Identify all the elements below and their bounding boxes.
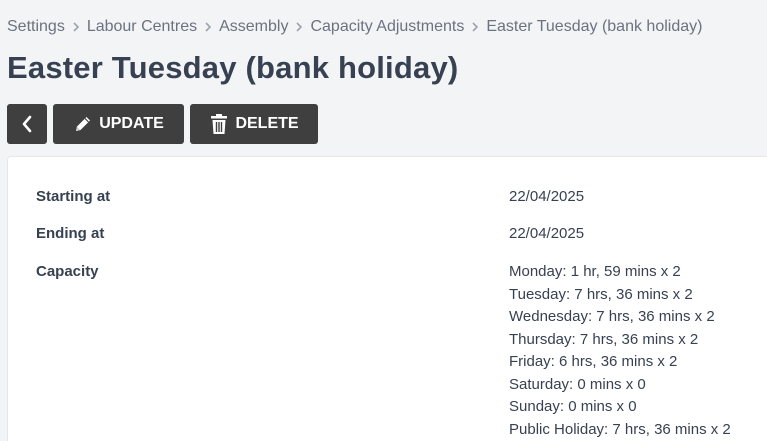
ending-at-value: 22/04/2025 [509, 225, 585, 242]
capacity-public-holiday: Public Holiday: 7 hrs, 36 mins x 2 [509, 420, 731, 438]
capacity-saturday: Saturday: 0 mins x 0 [509, 375, 646, 393]
capacity-wednesday: Wednesday: 7 hrs, 36 mins x 2 [509, 308, 715, 325]
capacity-monday: Monday: 1 hr, 59 mins x 2 [509, 263, 681, 280]
toolbar: UPDATE DELETE [7, 104, 318, 144]
back-button[interactable] [7, 104, 47, 144]
update-label: UPDATE [99, 115, 164, 132]
breadcrumb-assembly[interactable]: Assembly [219, 18, 288, 36]
chevron-right-icon [197, 17, 219, 37]
capacity-sunday: Sunday: 0 mins x 0 [509, 398, 637, 415]
delete-button[interactable]: DELETE [190, 104, 318, 144]
capacity-label: Capacity [36, 263, 99, 280]
details-card: Starting at 22/04/2025 Ending at 22/04/2… [7, 156, 767, 441]
breadcrumb-current: Easter Tuesday (bank holiday) [486, 18, 703, 35]
ending-at-label: Ending at [36, 225, 105, 242]
capacity-value: Monday: 1 hr, 59 mins x 2 Tuesday: 7 hrs… [509, 263, 731, 441]
trash-icon [209, 113, 229, 135]
update-button[interactable]: UPDATE [53, 104, 184, 144]
capacity-friday: Friday: 6 hrs, 36 mins x 2 [509, 353, 678, 370]
starting-at-label: Starting at [36, 188, 111, 205]
chevron-right-icon [464, 17, 486, 37]
breadcrumb-settings[interactable]: Settings [7, 18, 65, 36]
capacity-tuesday: Tuesday: 7 hrs, 36 mins x 2 [509, 285, 693, 303]
capacity-thursday: Thursday: 7 hrs, 36 mins x 2 [509, 330, 699, 348]
chevron-right-icon [288, 17, 310, 37]
page: Settings Labour Centres Assembly Capacit… [0, 0, 767, 441]
breadcrumb-labour-centres[interactable]: Labour Centres [87, 18, 197, 36]
delete-label: DELETE [235, 115, 299, 132]
page-title: Easter Tuesday (bank holiday) [7, 50, 459, 85]
chevron-left-icon [21, 115, 33, 133]
starting-at-value: 22/04/2025 [509, 188, 585, 205]
pencil-icon [73, 114, 93, 134]
capacity-list: Monday: 1 hr, 59 mins x 2 Tuesday: 7 hrs… [509, 263, 731, 441]
breadcrumb-capacity-adjustments[interactable]: Capacity Adjustments [310, 18, 464, 36]
chevron-right-icon [65, 17, 87, 37]
breadcrumb: Settings Labour Centres Assembly Capacit… [7, 17, 702, 37]
